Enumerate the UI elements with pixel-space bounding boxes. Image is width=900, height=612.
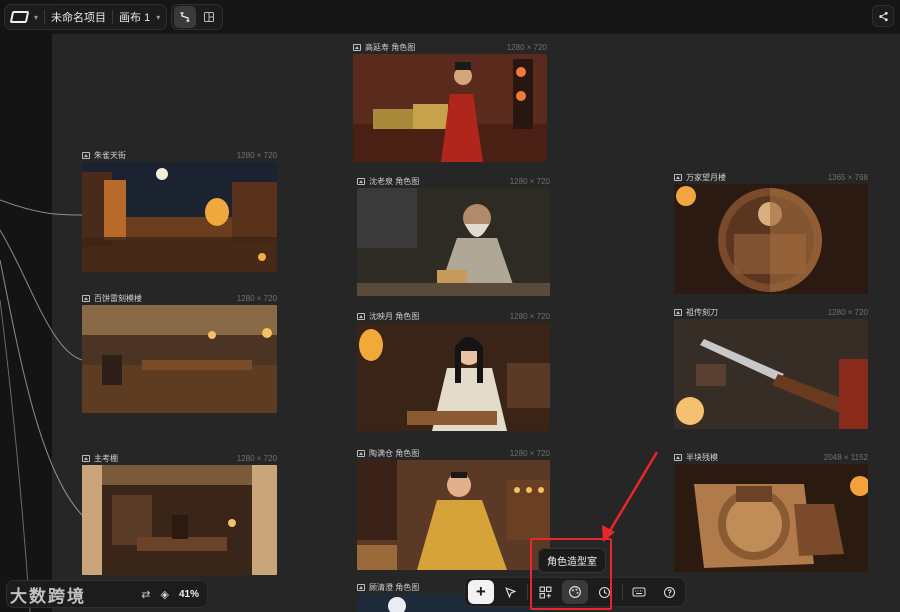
layout-icon[interactable]: [198, 6, 220, 28]
card-title: 顾清澄 角色图: [369, 582, 420, 592]
project-name[interactable]: 未命名项目: [51, 9, 106, 25]
image-icon: [357, 583, 365, 591]
image-card[interactable]: 万家望月楼 1365 × 768: [674, 170, 868, 294]
zoom-level[interactable]: 41%: [179, 589, 199, 600]
image-icon: [82, 454, 90, 462]
chevron-down-icon[interactable]: ▾: [156, 13, 160, 22]
image-card[interactable]: 高延寿 角色图 1280 × 720: [353, 40, 547, 162]
cursor-icon[interactable]: [498, 580, 524, 604]
card-size: 1280 × 720: [827, 307, 868, 317]
logo-icon[interactable]: [9, 11, 30, 23]
help-icon[interactable]: [656, 580, 682, 604]
card-thumbnail[interactable]: [82, 305, 277, 413]
card-thumbnail[interactable]: [357, 323, 550, 431]
card-size: 1280 × 720: [236, 150, 277, 160]
image-icon: [357, 177, 365, 185]
plus-icon[interactable]: +: [468, 580, 494, 604]
card-size: 2048 × 1152: [823, 452, 868, 462]
image-card[interactable]: 沈映月 角色图 1280 × 720: [357, 309, 550, 431]
card-size: 1280 × 720: [509, 311, 550, 321]
image-card[interactable]: 沈老泉 角色图 1280 × 720: [357, 174, 550, 296]
canvas-name[interactable]: 画布 1: [119, 9, 150, 25]
keyboard-icon[interactable]: [627, 580, 653, 604]
share-icon[interactable]: [872, 5, 894, 27]
image-icon: [674, 173, 682, 181]
card-title: 百饼雷刻模楼: [94, 293, 142, 303]
card-thumbnail[interactable]: [674, 184, 868, 294]
image-card[interactable]: 主考棚 1280 × 720: [82, 451, 277, 575]
card-title: 半块残模: [686, 452, 718, 462]
card-thumbnail[interactable]: [674, 319, 868, 429]
view-mode-toggle: [171, 4, 224, 30]
image-card[interactable]: 祖传刻刀 1280 × 720: [674, 305, 868, 429]
image-icon: [82, 294, 90, 302]
card-thumbnail[interactable]: [357, 460, 550, 570]
card-size: 1280 × 720: [236, 293, 277, 303]
image-card[interactable]: 半块残模 2048 × 1152: [674, 450, 868, 572]
card-title: 陶满仓 角色图: [369, 448, 420, 458]
card-thumbnail[interactable]: [674, 464, 868, 572]
card-title: 高延寿 角色图: [365, 42, 416, 52]
image-card[interactable]: 陶满仓 角色图 1280 × 720: [357, 446, 550, 570]
card-title: 沈老泉 角色图: [369, 176, 420, 186]
image-icon: [82, 151, 90, 159]
project-menu[interactable]: ▾ 未命名项目 画布 1 ▾: [4, 4, 168, 30]
top-toolbar: ▾ 未命名项目 画布 1 ▾: [4, 4, 224, 30]
card-size: 1365 × 768: [827, 172, 868, 182]
zoom-bar: ⇄ ◈ 41%: [6, 580, 208, 608]
image-icon: [357, 449, 365, 457]
highlight-box: [530, 538, 612, 610]
image-card[interactable]: 朱雀天街 1280 × 720: [82, 148, 277, 272]
card-size: 1280 × 720: [236, 453, 277, 463]
card-title: 祖传刻刀: [686, 307, 718, 317]
card-thumbnail[interactable]: [353, 54, 547, 162]
card-title: 朱雀天街: [94, 150, 126, 160]
image-icon: [357, 312, 365, 320]
chevron-down-icon[interactable]: ▾: [34, 13, 38, 22]
swap-icon[interactable]: ⇄: [141, 588, 150, 601]
card-size: 1280 × 720: [509, 448, 550, 458]
card-title: 沈映月 角色图: [369, 311, 420, 321]
card-thumbnail[interactable]: [82, 162, 277, 272]
card-thumbnail[interactable]: [82, 465, 277, 575]
image-card[interactable]: 百饼雷刻模楼 1280 × 720: [82, 291, 277, 413]
image-icon: [674, 453, 682, 461]
layers-icon[interactable]: ◈: [161, 588, 169, 601]
card-size: 1280 × 720: [506, 42, 547, 52]
card-size: 1280 × 720: [509, 176, 550, 186]
card-title: 万家望月楼: [686, 172, 726, 182]
link-icon[interactable]: [174, 6, 197, 28]
card-title: 主考棚: [94, 453, 118, 463]
image-icon: [353, 43, 361, 51]
image-icon: [674, 308, 682, 316]
card-thumbnail[interactable]: [357, 188, 550, 296]
left-strip: [0, 0, 52, 612]
